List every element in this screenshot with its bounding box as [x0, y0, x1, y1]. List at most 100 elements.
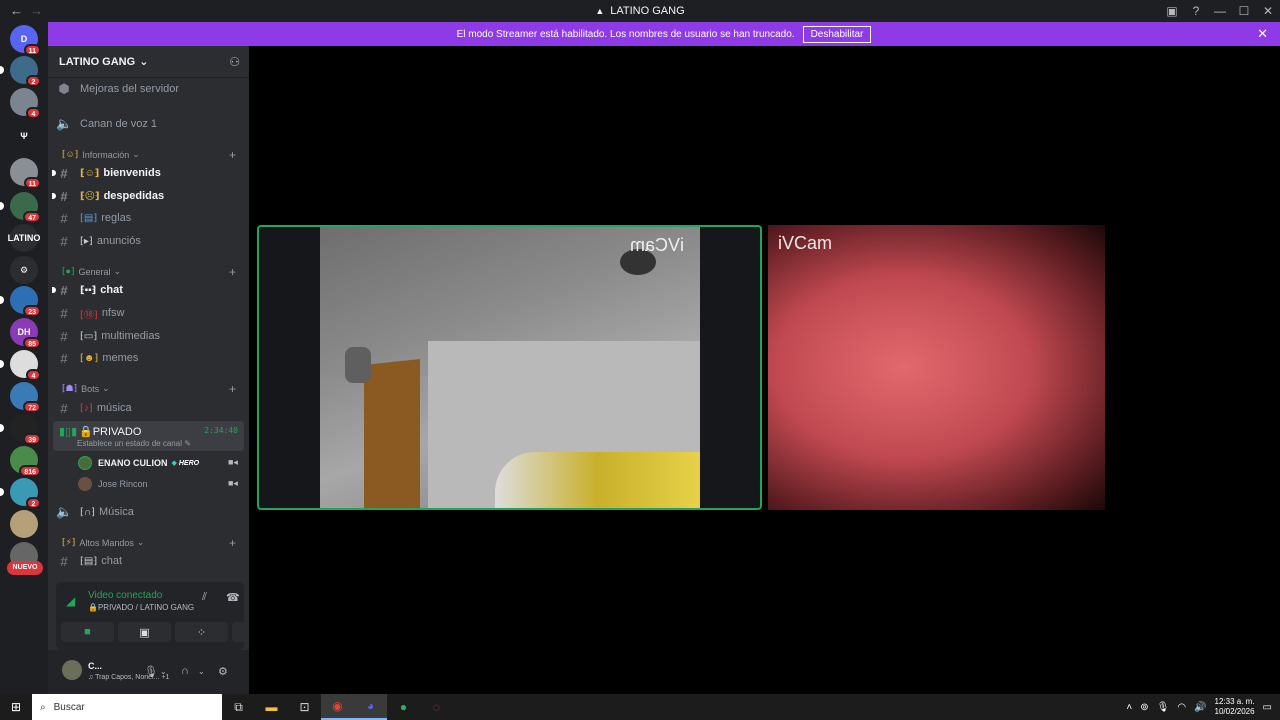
channel-multimedias[interactable]: # ⁅▭⁆ multimedias: [56, 326, 242, 346]
video-tile-remote[interactable]: iVCam: [768, 225, 1105, 510]
server-icon[interactable]: Ψ: [10, 122, 38, 150]
hash-icon: #: [60, 188, 68, 204]
category-info[interactable]: ⁅☺⁆ Información ⌄ +: [62, 148, 242, 162]
activities-button[interactable]: ⁘: [175, 622, 228, 642]
windows-start-icon[interactable]: ⊞: [0, 700, 32, 714]
server-icon[interactable]: 47: [10, 192, 41, 223]
server-icon[interactable]: ⚙: [10, 256, 38, 284]
server-icon[interactable]: 2: [10, 478, 41, 509]
server-icon[interactable]: 11: [10, 158, 41, 189]
clock[interactable]: 12:33 a. m. 10/02/2026: [1215, 697, 1255, 717]
avatar: [78, 456, 92, 470]
inbox-icon[interactable]: ▣: [1160, 4, 1184, 18]
task-view-icon[interactable]: ⧉: [222, 694, 255, 720]
chevron-down-icon[interactable]: ⌄: [160, 667, 167, 676]
forward-arrow-icon[interactable]: →: [30, 3, 43, 18]
voice-member[interactable]: ENANO CULION ◆ HERO ■◂: [78, 454, 238, 472]
set-channel-status[interactable]: Establece un estado de canal ✎: [77, 439, 191, 448]
channel-memes[interactable]: # ⁅☻⁆ memes: [56, 348, 242, 368]
channel-voice1[interactable]: 🔈 Canan de voz 1: [56, 114, 242, 134]
server-icon[interactable]: 816: [10, 446, 41, 477]
chrome-icon[interactable]: ◉: [321, 694, 354, 720]
voice-member[interactable]: Jose Rincon ■◂: [78, 475, 238, 493]
maximize-button[interactable]: ☐: [1232, 4, 1256, 18]
guild-header[interactable]: LATINO GANG ⌄ ⚇: [48, 46, 249, 78]
server-icon[interactable]: 39: [10, 414, 41, 445]
server-boost-item[interactable]: ⬢ Mejoras del servidor: [56, 79, 242, 99]
channel-chat[interactable]: # ⁅▪▪⁆ chat: [52, 280, 242, 300]
channel-chat2-label: chat: [101, 555, 123, 567]
video-tile-self[interactable]: iVCam: [257, 225, 762, 510]
add-channel-icon[interactable]: +: [229, 265, 236, 279]
channel-emoji-icon: ⁅☺⁆: [80, 167, 100, 179]
server-icon[interactable]: DH 85: [10, 318, 41, 349]
feed-door: [364, 359, 420, 508]
disconnect-icon[interactable]: ☎: [226, 591, 240, 604]
notification-icon[interactable]: ▭: [1263, 702, 1272, 713]
channel-emoji-icon: ⁅▭⁆: [80, 330, 98, 342]
disable-streamer-button[interactable]: Deshabilitar: [802, 25, 872, 43]
camera-feed: iVCam: [320, 227, 700, 508]
spotify-icon[interactable]: ●: [387, 694, 420, 720]
help-icon[interactable]: ?: [1184, 4, 1208, 18]
chevron-down-icon[interactable]: ⌄: [198, 667, 205, 676]
voice-channel-privado[interactable]: ▮▯▮ 🔒PRIVADO 2:34:40 Establece un estado…: [53, 421, 244, 451]
server-label: LATINO: [7, 233, 41, 243]
camera-icon: ■◂: [228, 478, 238, 488]
voice-location[interactable]: 🔒PRIVADO / LATINO GANG: [88, 603, 194, 612]
taskbar-search[interactable]: ⌕ Buscar: [32, 694, 222, 720]
chevron-down-icon: ⌄: [139, 56, 149, 68]
server-icon[interactable]: 23: [10, 286, 41, 317]
avatar[interactable]: [62, 660, 82, 680]
back-arrow-icon[interactable]: ←: [10, 3, 23, 18]
category-general[interactable]: ⁅●⁆ General ⌄ +: [62, 265, 242, 279]
invite-people-icon[interactable]: ⚇: [229, 55, 240, 69]
add-channel-icon[interactable]: +: [229, 382, 236, 396]
discord-icon[interactable]: ◕: [354, 694, 387, 720]
category-bots[interactable]: ⁅☗⁆ Bots ⌄ +: [62, 382, 242, 396]
chevron-up-icon[interactable]: ˄: [1126, 702, 1132, 713]
close-banner-icon[interactable]: ✕: [1257, 26, 1268, 42]
wifi-icon[interactable]: ◠: [1177, 702, 1186, 713]
channel-musica-voice[interactable]: 🔈 ⁅∩⁆ Música: [56, 502, 242, 522]
app-icon[interactable]: ◌: [420, 694, 453, 720]
server-icon[interactable]: 2: [10, 56, 41, 87]
channel-emoji-icon: ⁅∩⁆: [80, 506, 95, 518]
voice-channel-name-text: PRIVADO: [92, 426, 142, 438]
camera-button[interactable]: ■: [61, 622, 114, 642]
network-icon[interactable]: ⊚: [1140, 702, 1148, 713]
server-icon[interactable]: 4: [10, 350, 41, 381]
streamer-banner-text: El modo Streamer está habilitado. Los no…: [456, 28, 795, 40]
window-title: ▲ LATINO GANG: [595, 5, 684, 17]
close-button[interactable]: ✕: [1256, 4, 1280, 18]
gear-icon[interactable]: ⚙: [218, 665, 228, 678]
headphones-icon[interactable]: ∩: [181, 665, 189, 677]
server-icon[interactable]: 4: [10, 88, 41, 119]
server-icon[interactable]: 72: [10, 382, 41, 413]
category-altos-mandos[interactable]: ⁅⚡⁆ Altos Mandos ⌄ +: [62, 536, 242, 550]
channel-anuncios[interactable]: # ⁅▸⁆ anunciós: [56, 231, 242, 251]
channel-emoji-icon: ⁅▤⁆: [80, 555, 98, 567]
channel-musica[interactable]: # ⁅♪⁆ música: [56, 398, 242, 418]
window-title-text: LATINO GANG: [610, 5, 685, 17]
unread-indicator: [0, 202, 4, 210]
screen-share-button[interactable]: ▣: [118, 622, 171, 642]
add-channel-icon[interactable]: +: [229, 148, 236, 162]
noise-suppression-icon[interactable]: ⫽: [202, 591, 207, 604]
file-explorer-icon[interactable]: ▬: [255, 694, 288, 720]
store-icon[interactable]: ⊡: [288, 694, 321, 720]
mic-icon[interactable]: 🎙: [1157, 702, 1170, 713]
soundboard-button[interactable]: ✺: [232, 622, 249, 642]
channel-reglas[interactable]: # ⁅▤⁆ reglas: [56, 208, 242, 228]
channel-despedidas[interactable]: # ⁅☹⁆ despedidas: [52, 186, 242, 206]
server-icon[interactable]: [10, 510, 38, 538]
channel-bienvenids[interactable]: # ⁅☺⁆ bienvenids: [52, 163, 242, 183]
channel-chat-altos[interactable]: # ⁅▤⁆ chat: [56, 551, 242, 571]
server-icon[interactable]: D 11: [10, 25, 41, 56]
volume-icon[interactable]: 🔊: [1194, 702, 1206, 713]
add-channel-icon[interactable]: +: [229, 536, 236, 550]
minimize-button[interactable]: —: [1208, 4, 1232, 18]
server-icon[interactable]: LATINO: [7, 224, 41, 252]
mic-icon[interactable]: 🎙: [144, 665, 158, 678]
channel-nfsw[interactable]: # ⁅⑱⁆ nfsw: [56, 303, 242, 323]
